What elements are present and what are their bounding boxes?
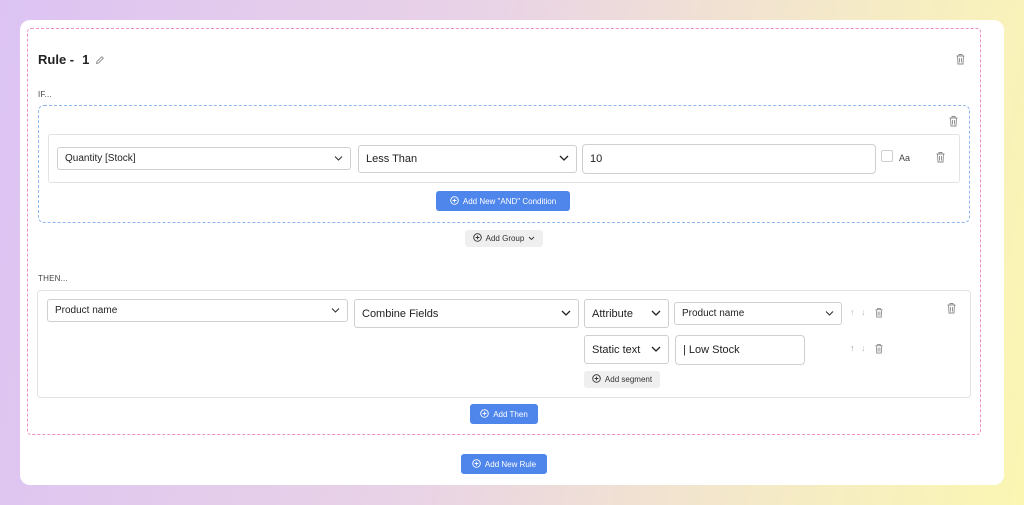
- action-block: Product name Combine Fields Attribute Pr…: [37, 290, 971, 398]
- delete-action-trash-icon[interactable]: [946, 302, 957, 314]
- case-sensitive-label: Aa: [899, 153, 911, 163]
- add-new-rule-label: Add New Rule: [484, 459, 537, 469]
- chevron-down-icon: [334, 153, 343, 164]
- segment-static-text-value: | Low Stock: [683, 344, 740, 356]
- action-type-select[interactable]: Combine Fields: [354, 299, 579, 328]
- rule-number: 1: [82, 52, 90, 67]
- chevron-down-icon: [559, 153, 569, 165]
- chevron-down-icon: [561, 308, 571, 320]
- pencil-icon[interactable]: [95, 55, 105, 65]
- add-segment-label: Add segment: [604, 375, 653, 384]
- action-type-value: Combine Fields: [362, 307, 439, 320]
- delete-group-trash-icon[interactable]: [948, 115, 959, 127]
- segment-type-value: Attribute: [592, 307, 633, 320]
- add-and-condition-label: Add New "AND" Condition: [462, 196, 557, 206]
- condition-field-value: Quantity [Stock]: [65, 153, 136, 164]
- then-label: THEN...: [38, 274, 68, 283]
- rules-card: Rule - 1 IF... Quantity [Stock] Less Tha…: [20, 20, 1004, 485]
- plus-circle-icon: [480, 408, 489, 420]
- chevron-down-icon: [331, 305, 340, 316]
- segment-attribute-select[interactable]: Product name: [674, 302, 842, 325]
- chevron-down-icon: [825, 308, 834, 319]
- chevron-down-icon: [528, 234, 535, 243]
- action-target-field-select[interactable]: Product name: [47, 299, 348, 322]
- condition-operator-select[interactable]: Less Than: [358, 145, 577, 173]
- segment-type-select[interactable]: Static text: [584, 335, 669, 364]
- add-then-label: Add Then: [493, 409, 528, 419]
- chevron-down-icon: [651, 308, 661, 320]
- action-target-field-value: Product name: [55, 305, 118, 316]
- add-and-condition-button[interactable]: Add New "AND" Condition: [436, 191, 570, 211]
- delete-rule-trash-icon[interactable]: [955, 53, 966, 65]
- rule-header: Rule - 1: [38, 52, 105, 67]
- delete-condition-trash-icon[interactable]: [935, 151, 946, 163]
- plus-circle-icon: [592, 374, 601, 385]
- condition-group: Quantity [Stock] Less Than 10 Aa Add New…: [38, 105, 970, 223]
- plus-circle-icon: [472, 233, 482, 244]
- add-then-button[interactable]: Add Then: [470, 404, 538, 424]
- add-segment-button[interactable]: Add segment: [584, 371, 660, 388]
- delete-segment-trash-icon[interactable]: [874, 343, 884, 354]
- rule-title: Rule -: [38, 52, 75, 67]
- segment-type-select[interactable]: Attribute: [584, 299, 669, 328]
- add-new-rule-button[interactable]: Add New Rule: [461, 454, 547, 474]
- condition-value-input[interactable]: 10: [582, 144, 876, 174]
- segment-attribute-value: Product name: [682, 308, 745, 319]
- case-sensitive-checkbox[interactable]: [881, 150, 893, 162]
- segment-static-text-input[interactable]: | Low Stock: [675, 335, 805, 365]
- move-up-arrow-icon[interactable]: ↑: [850, 307, 855, 317]
- segment-type-value: Static text: [592, 343, 641, 356]
- condition-value-text: 10: [590, 153, 603, 165]
- chevron-down-icon: [651, 344, 661, 356]
- plus-circle-icon: [450, 195, 459, 207]
- add-group-button[interactable]: Add Group: [465, 230, 543, 247]
- move-down-arrow-icon[interactable]: ↓: [861, 307, 866, 317]
- condition-operator-value: Less Than: [366, 153, 418, 165]
- move-down-arrow-icon[interactable]: ↓: [861, 343, 866, 353]
- move-up-arrow-icon[interactable]: ↑: [850, 343, 855, 353]
- condition-row: Quantity [Stock] Less Than 10 Aa: [48, 134, 960, 183]
- add-group-label: Add Group: [485, 234, 525, 243]
- condition-field-select[interactable]: Quantity [Stock]: [57, 147, 351, 170]
- if-label: IF...: [38, 90, 52, 99]
- delete-segment-trash-icon[interactable]: [874, 307, 884, 318]
- rule-container: Rule - 1 IF... Quantity [Stock] Less Tha…: [27, 28, 981, 435]
- plus-circle-icon: [472, 458, 481, 470]
